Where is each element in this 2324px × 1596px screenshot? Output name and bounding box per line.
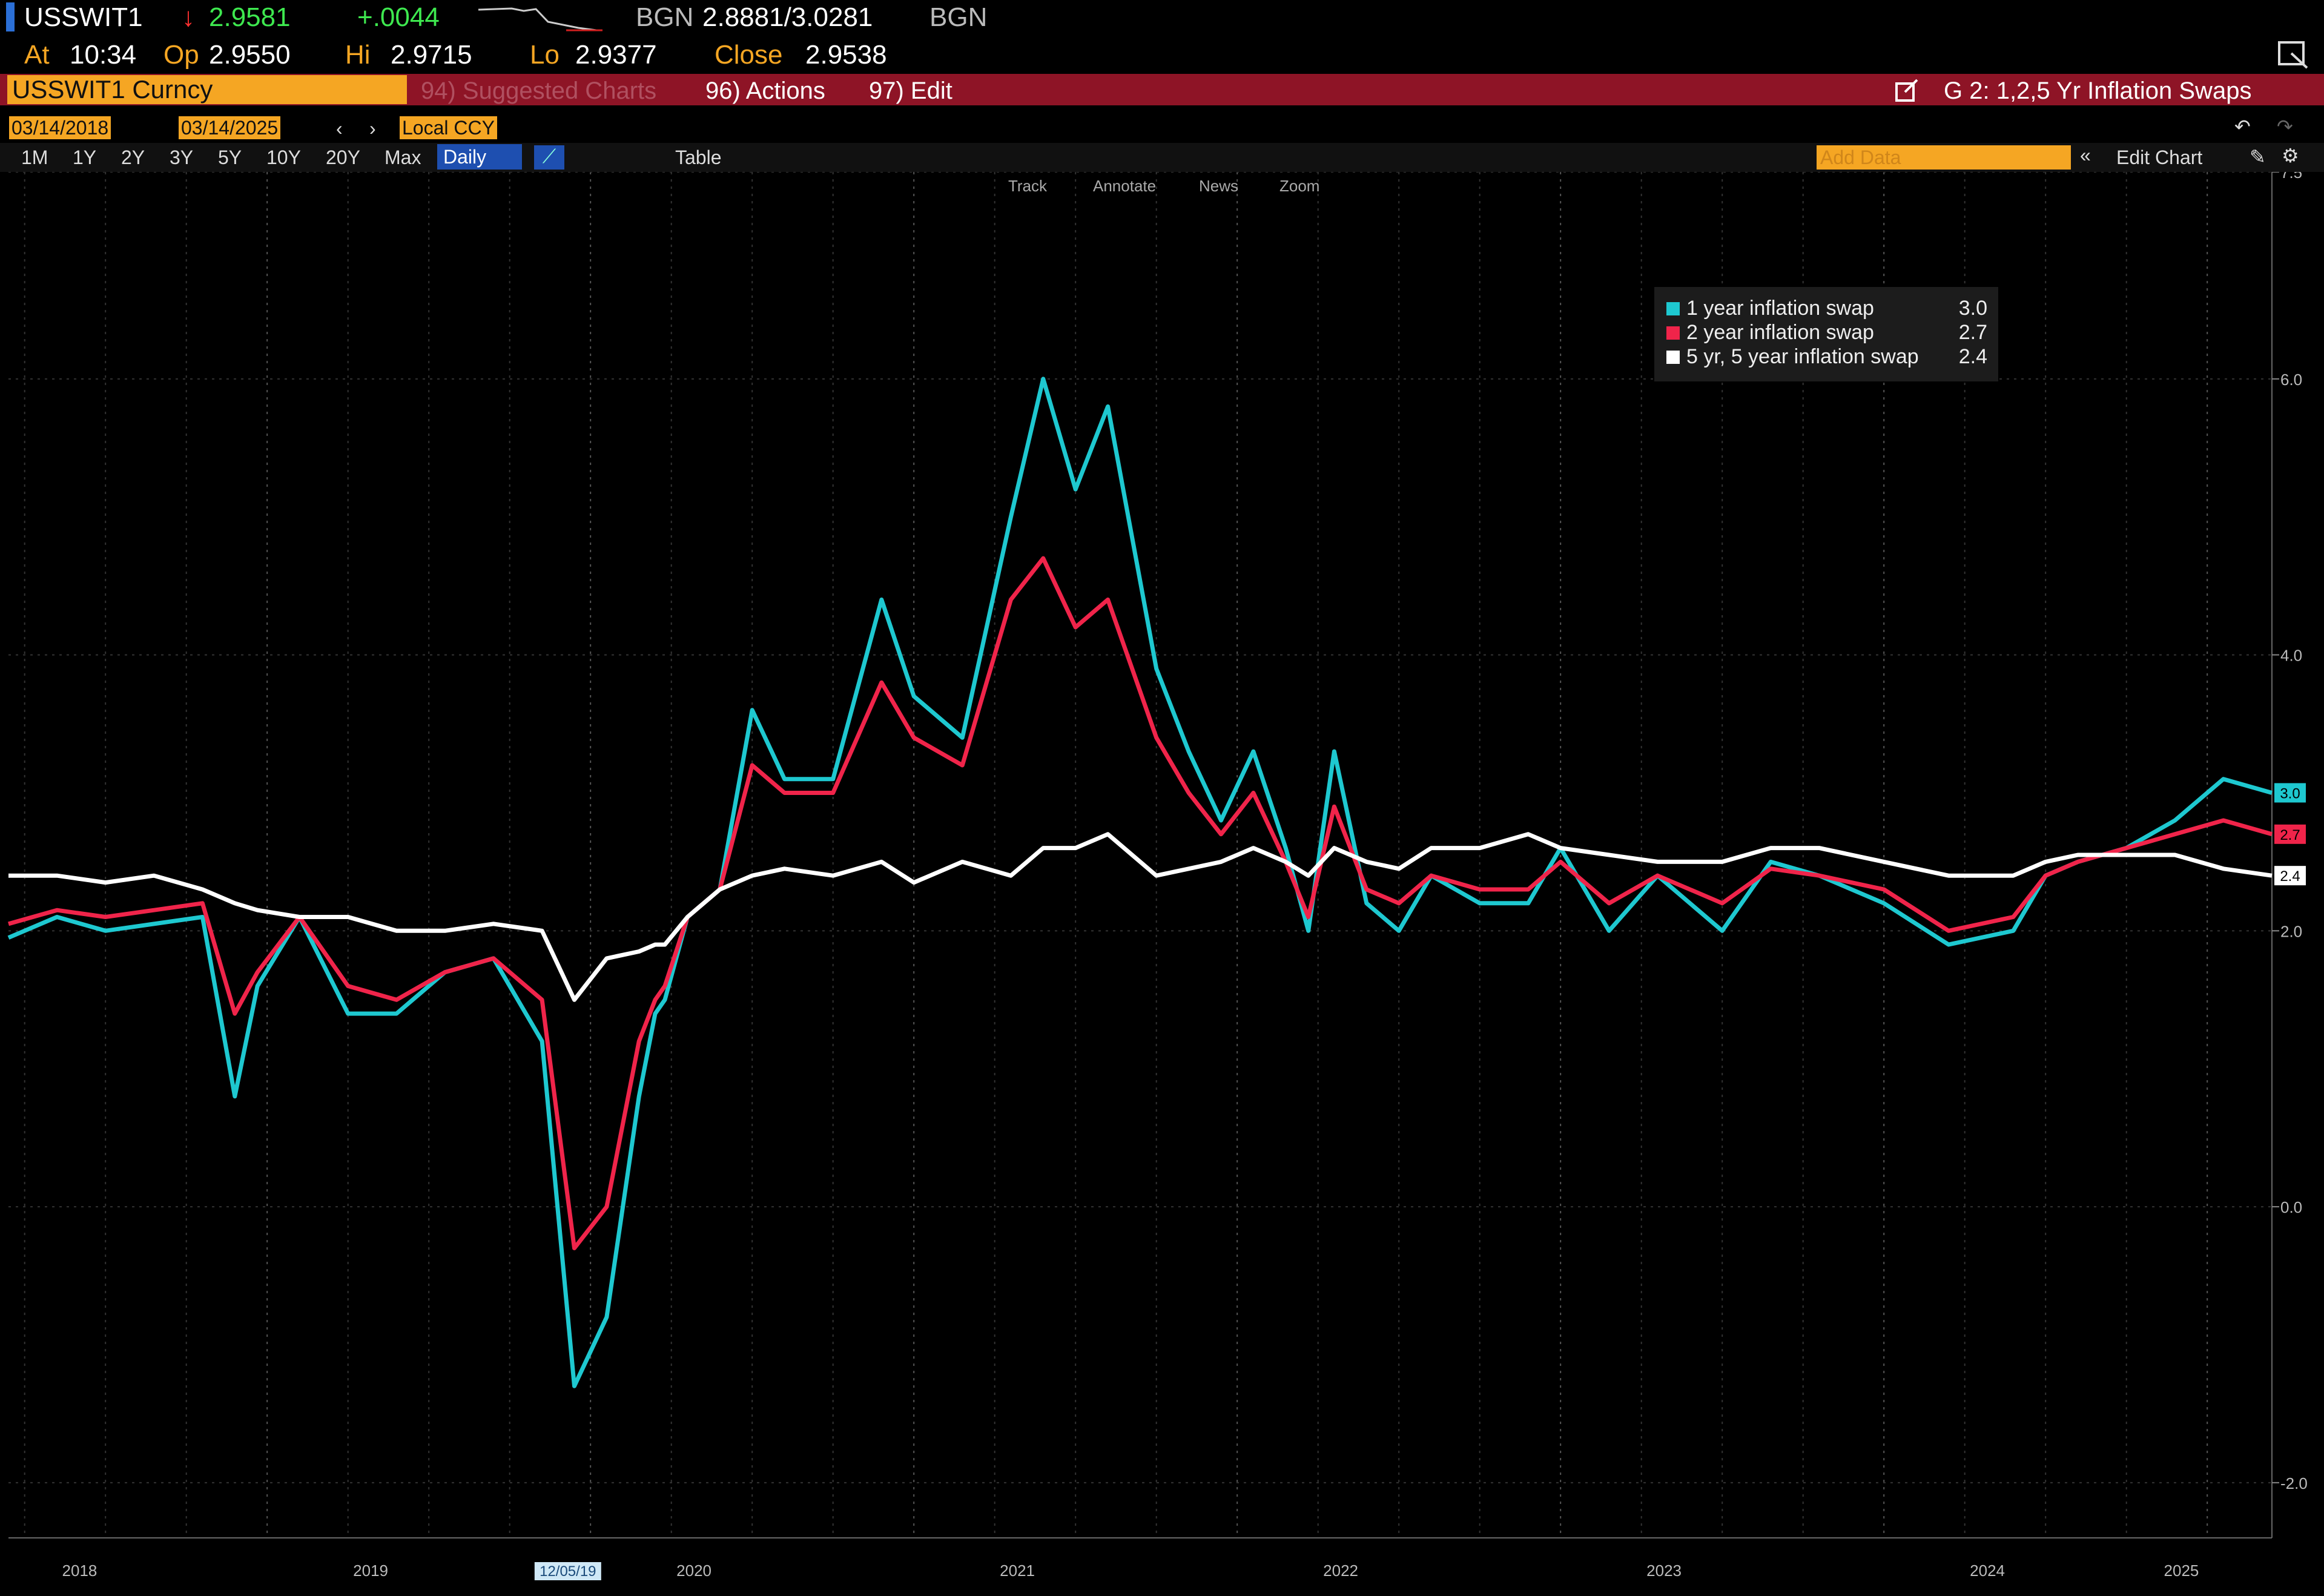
- legend-label-3: 5 yr, 5 year inflation swap: [1686, 345, 1919, 368]
- range-3y[interactable]: 3Y: [170, 147, 193, 169]
- y-tick-label: 7.5: [2280, 172, 2302, 182]
- source-bgn-2: BGN: [929, 2, 988, 32]
- series-line-2: [8, 556, 2273, 1250]
- x-tick-label: 2025: [2164, 1561, 2199, 1580]
- edit-chart-button[interactable]: Edit Chart: [2116, 147, 2202, 169]
- redo-icon[interactable]: ↷: [2277, 115, 2293, 138]
- crosshair-date-label: 12/05/19: [540, 1563, 596, 1580]
- legend[interactable]: 1 year inflation swap 2 year inflation s…: [1654, 287, 1998, 381]
- command-bar: USSWIT1 Curncy 94) Suggested Charts 96) …: [0, 74, 2324, 105]
- close-label: Close: [715, 40, 783, 70]
- last-value-label: 3.0: [2280, 785, 2300, 802]
- y-tick-label: 2.0: [2280, 922, 2302, 940]
- y-tick-label: -2.0: [2280, 1474, 2308, 1492]
- zoom-button[interactable]: Zoom: [1279, 177, 1319, 195]
- legend-value-3: 2.4: [1959, 345, 1987, 368]
- legend-label-2: 2 year inflation swap: [1686, 321, 1874, 344]
- open-label: Op: [163, 40, 199, 70]
- last-price: 2.9581: [209, 2, 291, 32]
- security-field[interactable]: USSWIT1 Curncy: [7, 75, 407, 104]
- y-tick-label: 0.0: [2280, 1198, 2302, 1216]
- bid-ask: 2.8881/3.0281: [702, 2, 873, 32]
- last-value-tag-1: 3.0: [2274, 783, 2306, 803]
- draw-icon[interactable]: ✎: [2250, 145, 2266, 168]
- range-bar: 1M 1Y 2Y 3Y 5Y 10Y 20Y Max Daily ⟋ Table…: [0, 143, 2324, 172]
- chart-tools: Track Annotate News Zoom: [1008, 177, 1319, 195]
- range-1m[interactable]: 1M: [21, 147, 48, 169]
- legend-value-2: 2.7: [1959, 321, 1987, 344]
- line-chart-icon[interactable]: ⟋: [534, 145, 564, 170]
- at-time: 10:34: [70, 40, 137, 70]
- range-20y[interactable]: 20Y: [326, 147, 360, 169]
- last-value-label: 2.4: [2280, 868, 2300, 885]
- range-2y[interactable]: 2Y: [121, 147, 145, 169]
- next-period-icon[interactable]: ›: [369, 117, 376, 140]
- high-value: 2.9715: [391, 40, 472, 70]
- range-max[interactable]: Max: [385, 147, 421, 169]
- x-tick-label: 2019: [353, 1561, 388, 1580]
- x-tick-label: 2024: [1970, 1561, 2005, 1580]
- low-value: 2.9377: [575, 40, 657, 70]
- add-data-input[interactable]: Add Data: [1817, 145, 2071, 170]
- prev-period-icon[interactable]: ‹: [336, 117, 343, 140]
- suggested-charts-menu[interactable]: 94) Suggested Charts: [421, 77, 656, 105]
- at-label: At: [24, 40, 50, 70]
- last-value-tag-3: 2.4: [2274, 866, 2306, 886]
- x-tick-label: 2020: [676, 1561, 711, 1580]
- x-tick-label: 2018: [62, 1561, 97, 1580]
- down-arrow-icon: ↓: [182, 2, 195, 32]
- chart-canvas: -2.00.02.04.06.07.53.02.72.4 2018 2019 12/…: [7, 172, 2308, 1580]
- x-tick-label: 2023: [1646, 1561, 1682, 1580]
- legend-swatch-2: [1666, 326, 1680, 340]
- collapse-icon[interactable]: «: [2080, 144, 2091, 167]
- actions-menu[interactable]: 96) Actions: [705, 77, 825, 105]
- legend-value-1: 3.0: [1959, 297, 1987, 320]
- news-button[interactable]: News: [1199, 177, 1238, 195]
- source-bgn: BGN: [636, 2, 694, 32]
- range-1y[interactable]: 1Y: [73, 147, 96, 169]
- last-value-label: 2.7: [2280, 827, 2300, 843]
- y-tick-label: 4.0: [2280, 647, 2302, 665]
- legend-swatch-1: [1666, 302, 1680, 315]
- ticker-marker: [6, 2, 15, 31]
- track-button[interactable]: Track: [1008, 177, 1048, 195]
- currency-select[interactable]: Local CCY: [400, 116, 497, 139]
- y-tick-label: 6.0: [2280, 371, 2302, 389]
- table-button[interactable]: Table: [675, 147, 722, 169]
- open-value: 2.9550: [209, 40, 291, 70]
- y-tick-layer: -2.0 0.0 2.0 4.0 6.0 7.5 3.0 2.7 2.4: [2272, 172, 2308, 1492]
- range-5y[interactable]: 5Y: [218, 147, 242, 169]
- x-tick-label: 2022: [1323, 1561, 1358, 1580]
- quote-line: USSWIT1 ↓ 2.9581 +.0044 BGN 2.8881/3.028…: [0, 0, 2324, 69]
- legend-swatch-3: [1666, 351, 1680, 364]
- undo-icon[interactable]: ↶: [2234, 115, 2251, 138]
- settings-gear-icon[interactable]: ⚙: [2282, 144, 2299, 167]
- series-line-3: [8, 832, 2273, 1002]
- x-tick-layer: 2018 2019 12/05/19 2020 2021 2022 2023 2024 2025: [62, 1561, 2199, 1580]
- net-change: +.0044: [357, 2, 440, 32]
- export-icon[interactable]: [1894, 79, 1921, 103]
- ticker[interactable]: USSWIT1: [24, 2, 143, 33]
- sparkline: [478, 7, 602, 31]
- start-date-field[interactable]: 03/14/2018: [9, 116, 111, 139]
- chart-title: G 2: 1,2,5 Yr Inflation Swaps: [1944, 77, 2252, 104]
- range-10y[interactable]: 10Y: [266, 147, 301, 169]
- x-tick-label: 2021: [1000, 1561, 1035, 1580]
- close-value: 2.9538: [805, 40, 887, 70]
- last-value-tag-2: 2.7: [2274, 824, 2306, 844]
- low-label: Lo: [530, 40, 560, 70]
- end-date-field[interactable]: 03/14/2025: [179, 116, 281, 139]
- edit-menu[interactable]: 97) Edit: [869, 77, 952, 105]
- date-bar: 03/14/2018 03/14/2025 ‹ › Local CCY ↶ ↷: [0, 113, 2324, 142]
- ohlc-line: At 10:34 Op 2.9550 Hi 2.9715 Lo 2.9377 C…: [0, 38, 2324, 73]
- annotate-button[interactable]: Annotate: [1093, 177, 1156, 195]
- legend-label-1: 1 year inflation swap: [1686, 297, 1874, 320]
- high-label: Hi: [345, 40, 371, 70]
- frequency-select[interactable]: Daily: [437, 144, 522, 170]
